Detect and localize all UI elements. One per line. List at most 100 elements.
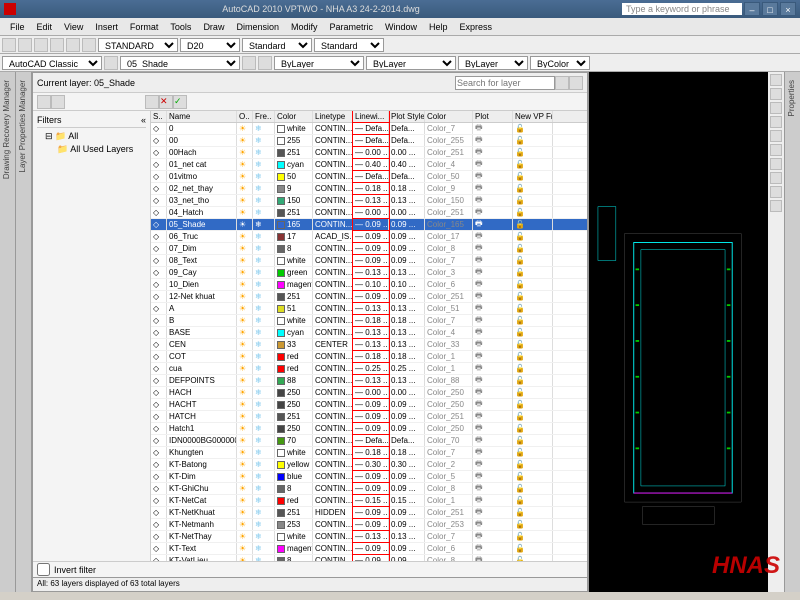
panel-tab-layers[interactable]: Layer Properties Manager bbox=[16, 72, 29, 181]
layer-tool-1[interactable] bbox=[242, 56, 256, 70]
layer-row[interactable]: ◇HATCH☀❄251CONTIN...— 0.09 ...0.09 ...Co… bbox=[151, 411, 587, 423]
pan-icon[interactable] bbox=[770, 74, 782, 86]
invert-filter-checkbox[interactable] bbox=[37, 563, 50, 576]
layer-row[interactable]: ◇09_Cay☀❄greenCONTIN...— 0.13 ...0.13 ..… bbox=[151, 267, 587, 279]
close-button[interactable]: × bbox=[780, 2, 796, 16]
col-name[interactable]: Name bbox=[167, 111, 237, 122]
menu-express[interactable]: Express bbox=[454, 20, 499, 34]
circle-icon[interactable] bbox=[770, 144, 782, 156]
layer-row[interactable]: ◇02_net_thay☀❄9CONTIN...— 0.18 ...0.18 .… bbox=[151, 183, 587, 195]
arc-icon[interactable] bbox=[770, 158, 782, 170]
col-color2[interactable]: Color bbox=[425, 111, 473, 122]
workspace-select[interactable]: AutoCAD Classic bbox=[2, 56, 102, 70]
set-current-button[interactable]: ✓ bbox=[173, 95, 187, 109]
layer-row[interactable]: ◇07_Dim☀❄8CONTIN...— 0.09 ...0.09 ...Col… bbox=[151, 243, 587, 255]
layer-row[interactable]: ◇10_Dien☀❄magentaCONTIN...— 0.10 ...0.10… bbox=[151, 279, 587, 291]
panel-tab-recovery[interactable]: Drawing Recovery Manager bbox=[0, 72, 13, 187]
zoom-icon[interactable] bbox=[770, 88, 782, 100]
new-layer-button[interactable] bbox=[145, 95, 159, 109]
layer-select[interactable]: 05_Shade bbox=[120, 56, 240, 70]
layer-row[interactable]: ◇Khungten☀❄whiteCONTIN...— 0.18 ...0.18 … bbox=[151, 447, 587, 459]
layer-row[interactable]: ◇00Hach☀❄251CONTIN...— 0.00 ...0.00 ...C… bbox=[151, 147, 587, 159]
menu-tools[interactable]: Tools bbox=[164, 20, 197, 34]
style-select-4[interactable]: Standard bbox=[314, 38, 384, 52]
col-plot[interactable]: Plot bbox=[473, 111, 513, 122]
rotate-icon[interactable] bbox=[770, 200, 782, 212]
col-lineweight[interactable]: Linewi... bbox=[353, 111, 389, 122]
layer-row[interactable]: ◇cua☀❄redCONTIN...— 0.25 ...0.25 ...Colo… bbox=[151, 363, 587, 375]
layer-row[interactable]: ◇KT-GhiChu☀❄8CONTIN...— 0.09 ...0.09 ...… bbox=[151, 483, 587, 495]
style-select-1[interactable]: STANDARD bbox=[98, 38, 178, 52]
layer-row[interactable]: ◇KT-Dim☀❄blueCONTIN...— 0.09 ...0.09 ...… bbox=[151, 471, 587, 483]
save-button[interactable] bbox=[34, 38, 48, 52]
col-plotstyle[interactable]: Plot Style bbox=[389, 111, 425, 122]
color-select[interactable]: ByLayer bbox=[274, 56, 364, 70]
filter-used[interactable]: 📁 All Used Layers bbox=[37, 143, 146, 156]
delete-layer-button[interactable]: ✕ bbox=[159, 95, 173, 109]
layer-row[interactable]: ◇B☀❄whiteCONTIN...— 0.18 ...0.18 ...Colo… bbox=[151, 315, 587, 327]
menu-file[interactable]: File bbox=[4, 20, 31, 34]
new-filter-button[interactable] bbox=[37, 95, 51, 109]
minimize-button[interactable]: – bbox=[744, 2, 760, 16]
menu-edit[interactable]: Edit bbox=[31, 20, 59, 34]
layer-row[interactable]: ◇KT-Netmanh☀❄253CONTIN...— 0.09 ...0.09 … bbox=[151, 519, 587, 531]
col-color[interactable]: Color bbox=[275, 111, 313, 122]
layer-row[interactable]: ◇01_net cat☀❄cyanCONTIN...— 0.40 ...0.40… bbox=[151, 159, 587, 171]
layer-row[interactable]: ◇KT-NetThay☀❄whiteCONTIN...— 0.13 ...0.1… bbox=[151, 531, 587, 543]
layer-row[interactable]: ◇DEFPOINTS☀❄88CONTIN...— 0.13 ...0.13 ..… bbox=[151, 375, 587, 387]
undo-button[interactable] bbox=[66, 38, 80, 52]
menu-modify[interactable]: Modify bbox=[285, 20, 324, 34]
refresh-button[interactable] bbox=[555, 76, 569, 90]
redo-button[interactable] bbox=[82, 38, 96, 52]
plot-button[interactable] bbox=[50, 38, 64, 52]
menu-draw[interactable]: Draw bbox=[197, 20, 230, 34]
layer-row[interactable]: ◇01vitmo☀❄50CONTIN...— Defa...Defa...Col… bbox=[151, 171, 587, 183]
layer-row[interactable]: ◇HACHT☀❄250CONTIN...— 0.09 ...0.09 ...Co… bbox=[151, 399, 587, 411]
layer-row[interactable]: ◇KT-NetCat☀❄redCONTIN...— 0.15 ...0.15 .… bbox=[151, 495, 587, 507]
menu-format[interactable]: Format bbox=[124, 20, 165, 34]
lineweight-select[interactable]: ByLayer bbox=[458, 56, 528, 70]
style-select-3[interactable]: Standard bbox=[242, 38, 312, 52]
move-icon[interactable] bbox=[770, 172, 782, 184]
layer-row[interactable]: ◇04_Hatch☀❄251CONTIN...— 0.00 ...0.00 ..… bbox=[151, 207, 587, 219]
layer-row[interactable]: ◇COT☀❄redCONTIN...— 0.18 ...0.18 ...Colo… bbox=[151, 351, 587, 363]
layer-row[interactable]: ◇06_Truc☀❄17ACAD_IS...— 0.09 ...0.09 ...… bbox=[151, 231, 587, 243]
help-search[interactable]: Type a keyword or phrase bbox=[622, 3, 742, 15]
layer-row[interactable]: ◇12-Net khuat☀❄251CONTIN...— 0.09 ...0.0… bbox=[151, 291, 587, 303]
col-status[interactable]: S.. bbox=[151, 111, 167, 122]
layer-row[interactable]: ◇KT-Batong☀❄yellowCONTIN...— 0.30 ...0.3… bbox=[151, 459, 587, 471]
new-group-button[interactable] bbox=[51, 95, 65, 109]
layer-search-input[interactable] bbox=[455, 76, 555, 90]
copy-icon[interactable] bbox=[770, 186, 782, 198]
layer-row[interactable]: ◇IDN0000BG0000001...☀❄70CONTIN...— Defa.… bbox=[151, 435, 587, 447]
new-button[interactable] bbox=[2, 38, 16, 52]
open-button[interactable] bbox=[18, 38, 32, 52]
filter-all[interactable]: ⊟ 📁 All bbox=[37, 130, 146, 143]
maximize-button[interactable]: □ bbox=[762, 2, 778, 16]
col-freeze[interactable]: Fre.. bbox=[253, 111, 275, 122]
layer-row[interactable]: ◇HACH☀❄250CONTIN...— 0.00 ...0.00 ...Col… bbox=[151, 387, 587, 399]
drawing-canvas[interactable] bbox=[588, 72, 768, 592]
layer-row[interactable]: ◇KT-Text☀❄magentaCONTIN...— 0.09 ...0.09… bbox=[151, 543, 587, 555]
properties-tab[interactable]: Properties bbox=[784, 72, 800, 592]
layer-row[interactable]: ◇CEN☀❄33CENTER— 0.13 ...0.13 ...Color_33… bbox=[151, 339, 587, 351]
layer-row[interactable]: ◇A☀❄51CONTIN...— 0.13 ...0.13 ...Color_5… bbox=[151, 303, 587, 315]
menu-view[interactable]: View bbox=[58, 20, 89, 34]
col-newvp[interactable]: New VP Freeze bbox=[513, 111, 553, 122]
layer-row[interactable]: ◇08_Text☀❄whiteCONTIN...— 0.09 ...0.09 .… bbox=[151, 255, 587, 267]
layer-row[interactable]: ◇00☀❄255CONTIN...— Defa...Defa...Color_2… bbox=[151, 135, 587, 147]
layer-row[interactable]: ◇KT-NetKhuat☀❄251HIDDEN— 0.09 ...0.09 ..… bbox=[151, 507, 587, 519]
linetype-select[interactable]: ByLayer bbox=[366, 56, 456, 70]
layer-row[interactable]: ◇03_net_tho☀❄150CONTIN...— 0.13 ...0.13 … bbox=[151, 195, 587, 207]
layer-row[interactable]: ◇BASE☀❄cyanCONTIN...— 0.13 ...0.13 ...Co… bbox=[151, 327, 587, 339]
menu-window[interactable]: Window bbox=[379, 20, 423, 34]
menu-insert[interactable]: Insert bbox=[89, 20, 124, 34]
col-on[interactable]: O.. bbox=[237, 111, 253, 122]
menu-help[interactable]: Help bbox=[423, 20, 454, 34]
layer-props-button[interactable] bbox=[104, 56, 118, 70]
layer-row[interactable]: ◇0☀❄whiteCONTIN...— Defa...Defa...Color_… bbox=[151, 123, 587, 135]
settings-button[interactable] bbox=[569, 76, 583, 90]
style-select-2[interactable]: D20 bbox=[180, 38, 240, 52]
layer-row[interactable]: ◇05_Shade☀❄165CONTIN...— 0.09 ...0.09 ..… bbox=[151, 219, 587, 231]
line-icon[interactable] bbox=[770, 116, 782, 128]
